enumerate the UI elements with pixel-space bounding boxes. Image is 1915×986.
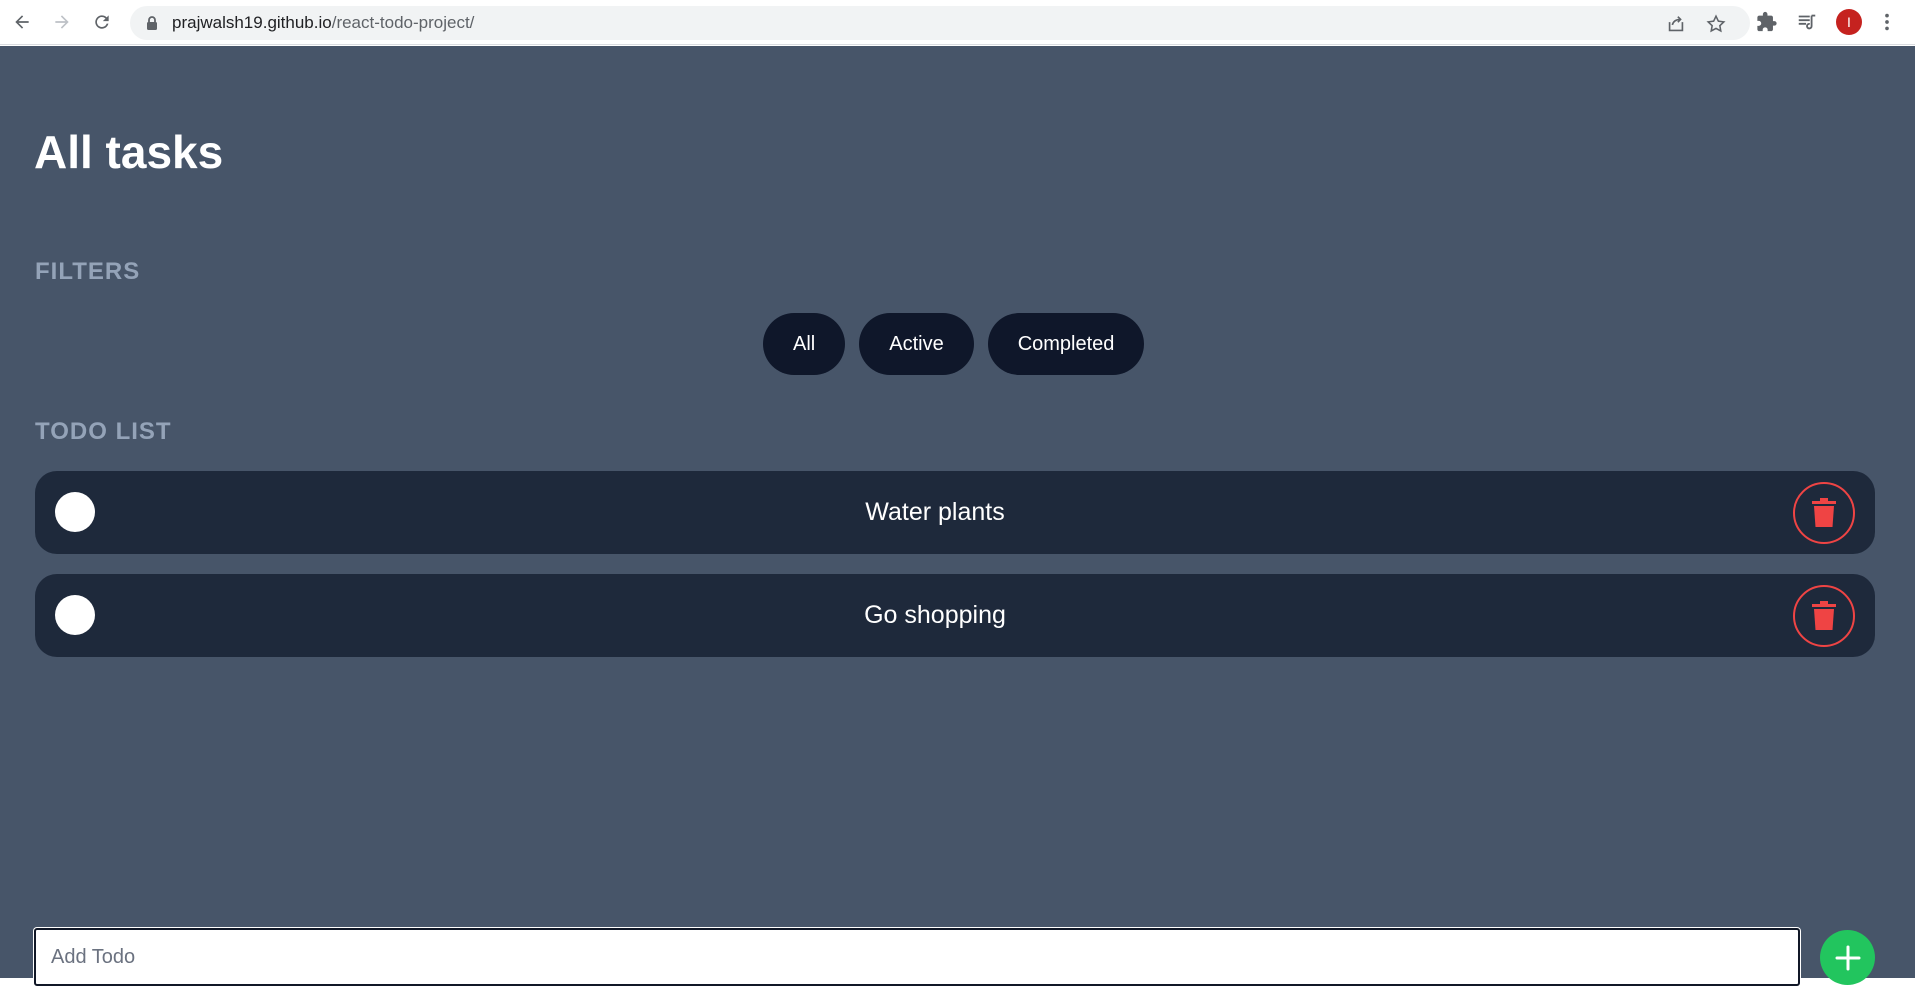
trash-icon — [1812, 601, 1836, 630]
trash-icon — [1812, 498, 1836, 527]
lock-icon — [147, 16, 157, 30]
reading-list-icon[interactable] — [1796, 11, 1818, 33]
complete-checkbox[interactable] — [55, 595, 95, 635]
url-text: prajwalsh19.github.io/react-todo-project… — [172, 6, 474, 40]
plus-icon — [1835, 945, 1860, 970]
filters-heading: FILTERS — [35, 258, 141, 285]
todo-text: Water plants — [865, 498, 1005, 526]
url-host: prajwalsh19.github.io — [172, 13, 332, 32]
reload-icon — [95, 15, 109, 29]
share-icon[interactable] — [1665, 13, 1687, 35]
filter-active-button[interactable]: Active — [859, 313, 974, 375]
todo-item: Go shopping — [35, 574, 1875, 657]
more-menu-icon[interactable] — [1876, 11, 1898, 33]
extensions-icon[interactable] — [1756, 11, 1778, 33]
profile-avatar[interactable]: I — [1836, 9, 1862, 35]
filter-bar: All Active Completed — [763, 313, 1145, 375]
complete-checkbox[interactable] — [55, 492, 95, 532]
star-icon[interactable] — [1705, 13, 1727, 35]
page-title: All tasks — [34, 126, 224, 178]
todo-item: Water plants — [35, 471, 1875, 554]
forward-icon — [55, 15, 69, 29]
delete-button[interactable] — [1793, 585, 1855, 647]
address-bar[interactable]: prajwalsh19.github.io/react-todo-project… — [130, 6, 1750, 40]
url-path: /react-todo-project/ — [331, 13, 475, 32]
todo-text: Go shopping — [864, 601, 1006, 629]
reload-button[interactable] — [88, 8, 116, 36]
filter-all-button[interactable]: All — [763, 313, 846, 375]
forward-button[interactable] — [48, 8, 76, 36]
back-button[interactable] — [8, 8, 36, 36]
browser-toolbar: prajwalsh19.github.io/react-todo-project… — [0, 0, 1915, 45]
delete-button[interactable] — [1793, 482, 1855, 544]
add-todo-input[interactable] — [34, 928, 1800, 986]
filter-completed-button[interactable]: Completed — [987, 313, 1145, 375]
back-icon — [15, 15, 29, 29]
add-todo-button[interactable] — [1820, 930, 1875, 985]
todo-list-heading: TODO LIST — [35, 418, 172, 445]
todo-app: All tasks FILTERS All Active Completed T… — [0, 46, 1915, 986]
